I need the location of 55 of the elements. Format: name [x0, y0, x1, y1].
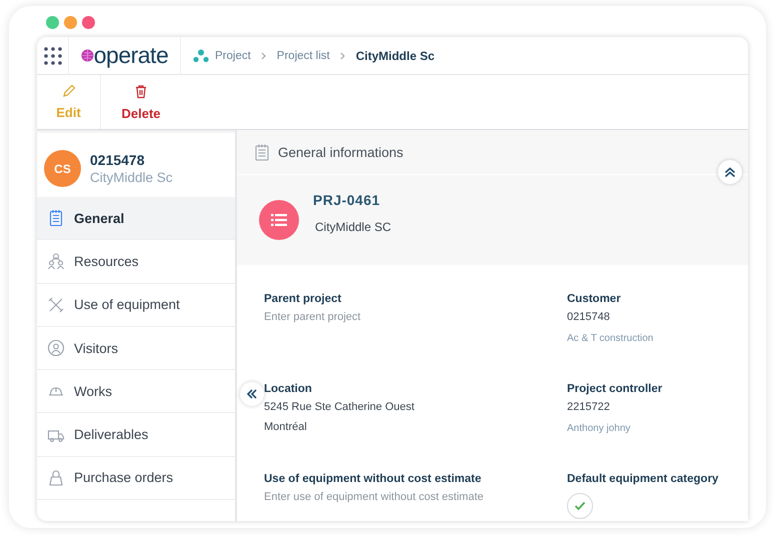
project-id: PRJ-0461: [313, 192, 382, 208]
sidebar-item[interactable]: Resources: [37, 240, 235, 284]
apps-grid-icon[interactable]: [44, 46, 62, 64]
nodes-icon: [193, 48, 209, 62]
section-title: General informations: [278, 144, 404, 160]
chevron-icon: [260, 52, 267, 60]
sidebar-item[interactable]: Visitors: [37, 326, 235, 370]
project-name: CityMiddle Sc: [90, 170, 173, 185]
delete-button[interactable]: Delete: [101, 75, 181, 129]
field-label: Project controller: [567, 383, 664, 395]
sidebar-item[interactable]: General: [37, 197, 235, 240]
globe-logo-icon: [80, 49, 94, 62]
breadcrumb-link[interactable]: CityMiddle Sc: [356, 48, 435, 62]
checkmark-icon: [574, 501, 586, 511]
field-value: 0215748: [567, 311, 611, 323]
field-value: Montréal: [264, 421, 308, 433]
double-chevron-left-icon: [246, 389, 258, 399]
window-dot[interactable]: [64, 16, 77, 28]
input-field[interactable]: Enter use of equipment without cost estimate: [264, 491, 524, 503]
document-icon: [255, 144, 269, 160]
trash-icon: [134, 84, 148, 98]
brand-logo: operate: [94, 44, 168, 67]
tools-icon: [47, 296, 65, 314]
chevron-icon: [340, 52, 346, 60]
breadcrumb-link[interactable]: Project list: [276, 50, 330, 62]
list-icon: [259, 200, 299, 240]
field-label: Default equipment category: [567, 473, 720, 485]
field-subtext: Anthony johny: [567, 423, 632, 434]
people-icon: [47, 252, 65, 270]
project-title: CityMiddle SC: [314, 220, 392, 234]
checkbox[interactable]: [567, 493, 593, 519]
clipboard-icon: [47, 209, 65, 228]
window-dot[interactable]: [82, 16, 95, 28]
input-field[interactable]: Enter parent project: [264, 311, 524, 323]
user-icon: [47, 339, 65, 358]
field-label: Parent project: [264, 293, 342, 305]
sidebar-item[interactable]: Works: [37, 370, 235, 414]
bag-icon: [47, 468, 65, 487]
pencil-icon: [62, 84, 76, 98]
sidebar-item[interactable]: Purchase orders: [37, 456, 235, 500]
sidebar-item[interactable]: Use of equipment: [37, 284, 235, 327]
field-subtext: Ac & T construction: [567, 333, 654, 344]
sidebar-item[interactable]: Deliverables: [37, 413, 235, 457]
window-dot[interactable]: [46, 16, 59, 28]
collapse-sidebar-button[interactable]: [240, 382, 264, 406]
field-value: 2215722: [567, 401, 611, 413]
project-code: 0215478: [90, 152, 146, 168]
breadcrumb-link[interactable]: Project: [215, 50, 251, 62]
collapse-section-button[interactable]: [718, 160, 742, 184]
field-label: Location: [264, 383, 313, 395]
avatar-initials: CS: [44, 150, 81, 187]
double-chevron-up-icon: [724, 166, 736, 178]
field-value: 5245 Rue Ste Catherine Ouest: [264, 401, 416, 413]
field-label: Customer: [567, 293, 622, 305]
field-label: Use of equipment without cost estimate: [264, 473, 482, 485]
